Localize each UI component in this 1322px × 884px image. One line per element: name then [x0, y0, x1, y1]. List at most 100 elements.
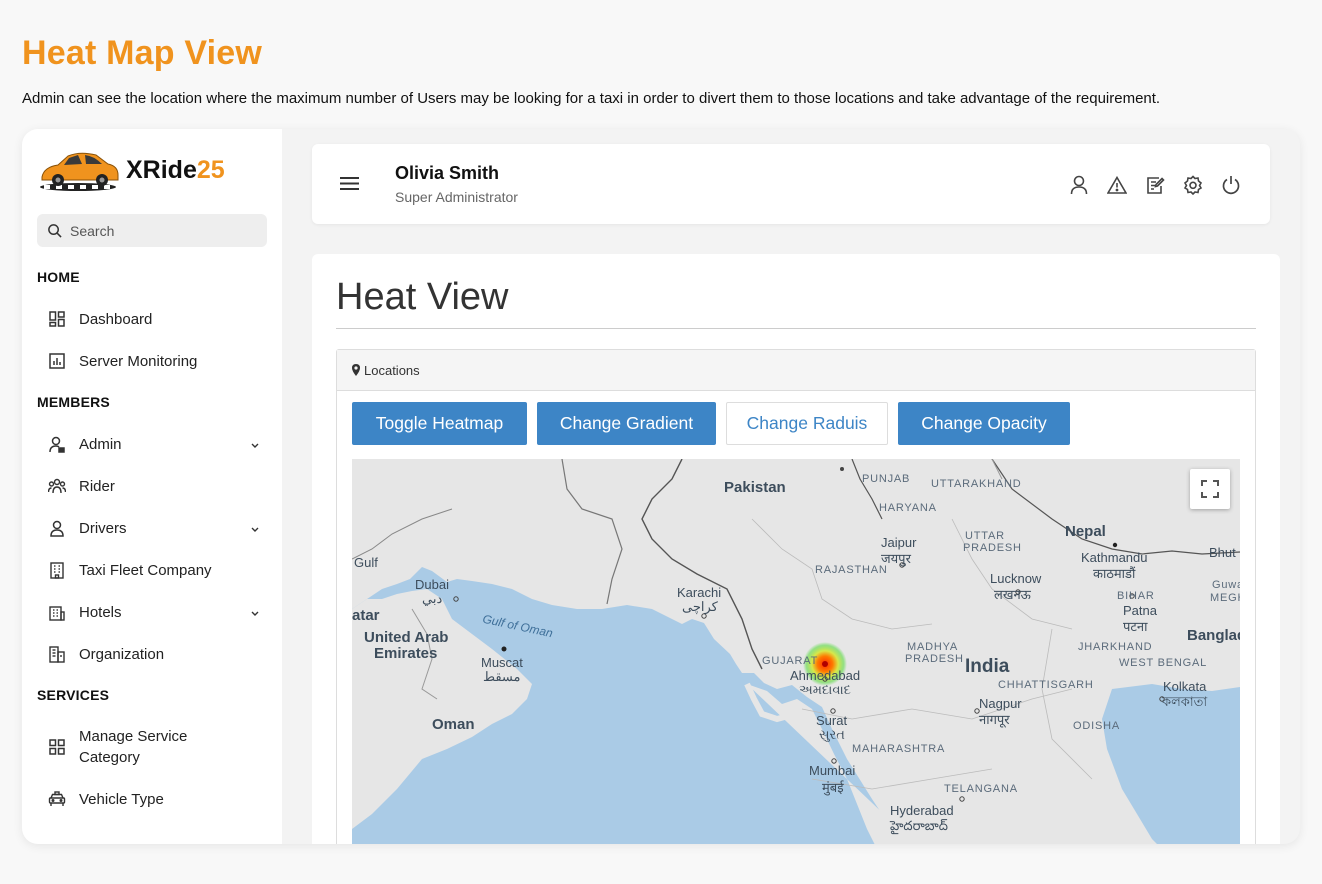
alert-icon[interactable]: [1106, 174, 1128, 196]
map-label-emirates: Emirates: [374, 645, 438, 662]
map-label-nepal: Nepal: [1065, 523, 1106, 540]
map-label-chhattisgarh: CHHATTISGARH: [998, 679, 1094, 691]
sidebar-item-label: Server Monitoring: [79, 352, 198, 370]
brand-logo[interactable]: XRide25: [38, 147, 225, 193]
map-label-uttar: UTTAR: [965, 530, 1005, 542]
sidebar-item-label: Manage Service Category: [79, 728, 188, 766]
map-label-maharashtra: MAHARASHTRA: [852, 743, 946, 755]
map-label-india: India: [965, 656, 1010, 677]
user-role: Super Administrator: [395, 189, 518, 205]
sidebar-item-rider[interactable]: Rider: [48, 477, 268, 495]
map-label-pradesh: PRADESH: [963, 542, 1022, 554]
map-label-uae: United Arab: [364, 629, 449, 646]
map-label-lucknow-local: लखनऊ: [994, 587, 1031, 602]
map-label-madhya: MADHYA: [907, 641, 959, 653]
map-label-kathmandu-local: काठमाडौं: [1093, 566, 1136, 581]
map-label-muscat: Muscat: [481, 655, 523, 670]
map-label-oman: Oman: [432, 716, 475, 733]
map-label-haryana: HARYANA: [879, 502, 937, 514]
grid-icon: [48, 738, 66, 756]
map-label-gujarat: GUJARAT: [762, 655, 819, 667]
menu-icon[interactable]: [340, 177, 359, 195]
heatmap-map[interactable]: Pakistan PUNJAB UTTARAKHAND HARYANA Nepa…: [352, 459, 1240, 844]
map-label-punjab: PUNJAB: [862, 473, 911, 485]
change-radius-button[interactable]: Change Raduis: [726, 402, 888, 445]
sidebar-item-admin[interactable]: Admin: [48, 435, 268, 453]
map-label-uttarakhand: UTTARAKHAND: [931, 478, 1022, 490]
map-label-nagpur-local: नागपूर: [979, 712, 1010, 727]
section-services: SERVICES: [37, 687, 110, 703]
map-label-mumbai: Mumbai: [809, 763, 856, 778]
fullscreen-button[interactable]: [1190, 469, 1230, 509]
sidebar-item-drivers[interactable]: Drivers: [48, 519, 268, 537]
taxi-logo-icon: [40, 152, 119, 191]
sidebar-item-hotels[interactable]: Hotels: [48, 603, 268, 621]
chevron-down-icon[interactable]: [250, 605, 260, 622]
sidebar: XRide25 Search HOME Dashboard Server Mon…: [22, 129, 282, 844]
map-label-bihar: BIHAR: [1117, 590, 1155, 602]
map-label-telangana: TELANGANA: [944, 783, 1018, 795]
sidebar-item-taxi-fleet-company[interactable]: Taxi Fleet Company: [48, 561, 268, 579]
organization-icon: [48, 645, 66, 663]
power-icon[interactable]: [1220, 174, 1242, 196]
map-label-karachi: Karachi: [677, 585, 722, 600]
map-label-muscat-local: مسقط: [483, 669, 521, 684]
promo-title: Heat Map View: [22, 34, 263, 72]
map-label-lucknow: Lucknow: [990, 571, 1042, 586]
map-label-nagpur: Nagpur: [979, 696, 1022, 711]
map-label-jharkhand: JHARKHAND: [1078, 641, 1153, 653]
title-divider: [336, 328, 1256, 329]
sidebar-item-label: Drivers: [79, 519, 127, 537]
map-label-west-bengal: WEST BENGAL: [1119, 657, 1208, 669]
sidebar-item-server-monitoring[interactable]: Server Monitoring: [48, 352, 268, 370]
sidebar-item-organization[interactable]: Organization: [48, 645, 268, 663]
change-opacity-button[interactable]: Change Opacity: [898, 402, 1070, 445]
chevron-down-icon[interactable]: [250, 521, 260, 538]
map-label-rajasthan: RAJASTHAN: [815, 564, 888, 576]
sidebar-item-vehicle-type[interactable]: Vehicle Type: [48, 790, 268, 808]
panel-title: Locations: [364, 362, 420, 378]
toggle-heatmap-button[interactable]: Toggle Heatmap: [352, 402, 527, 445]
user-icon[interactable]: [1068, 174, 1090, 196]
map-label-kolkata: Kolkata: [1163, 679, 1207, 694]
header-actions: [1068, 174, 1242, 196]
fullscreen-icon: [1201, 480, 1219, 498]
dashboard-icon: [48, 310, 66, 328]
map-label-patna: Patna: [1123, 603, 1157, 618]
map-label-surat: Surat: [816, 713, 848, 728]
top-header: Olivia Smith Super Administrator: [312, 144, 1270, 224]
car-icon: [48, 790, 66, 808]
map-label-kolkata-local: কলকাতা: [1162, 694, 1208, 709]
map-label-megh: MEGH: [1210, 592, 1240, 604]
map-label-bhutan: Bhut: [1209, 545, 1236, 560]
search-box[interactable]: Search: [37, 214, 267, 247]
sidebar-item-dashboard[interactable]: Dashboard: [48, 310, 268, 328]
map-label-hyderabad-local: హైదరాబాద్: [890, 818, 948, 833]
driver-icon: [48, 519, 66, 537]
change-gradient-button[interactable]: Change Gradient: [537, 402, 716, 445]
map-label-patna-local: पटना: [1123, 619, 1148, 634]
map-label-madhya-pradesh: PRADESH: [905, 653, 964, 665]
app-window: XRide25 Search HOME Dashboard Server Mon…: [22, 129, 1300, 844]
settings-icon[interactable]: [1182, 174, 1204, 196]
map-label-dubai-local: دبي: [422, 591, 443, 606]
map-label-dubai: Dubai: [415, 577, 449, 592]
search-icon: [48, 224, 62, 238]
sidebar-item-manage-service-category[interactable]: Manage Service Category: [48, 726, 268, 768]
chevron-down-icon[interactable]: [250, 437, 260, 454]
hotel-icon: [48, 603, 66, 621]
building-icon: [48, 561, 66, 579]
sidebar-item-label: Rider: [79, 477, 115, 495]
promo-description: Admin can see the location where the max…: [22, 90, 1161, 107]
edit-icon[interactable]: [1144, 174, 1166, 196]
map-label-ahmedabad-local: અમદાવાદ: [799, 682, 851, 697]
map-label-guwa: Guwa: [1212, 579, 1240, 591]
user-lock-icon: [48, 435, 66, 453]
sidebar-item-label: Organization: [79, 645, 165, 663]
map-label-qatar: atar: [352, 607, 380, 624]
user-name: Olivia Smith: [395, 163, 500, 183]
map-label-karachi-local: کراچی: [682, 599, 718, 614]
sidebar-item-label: Taxi Fleet Company: [79, 561, 212, 579]
search-input[interactable]: Search: [70, 223, 114, 239]
map-label-kathmandu: Kathmandu: [1081, 550, 1148, 565]
